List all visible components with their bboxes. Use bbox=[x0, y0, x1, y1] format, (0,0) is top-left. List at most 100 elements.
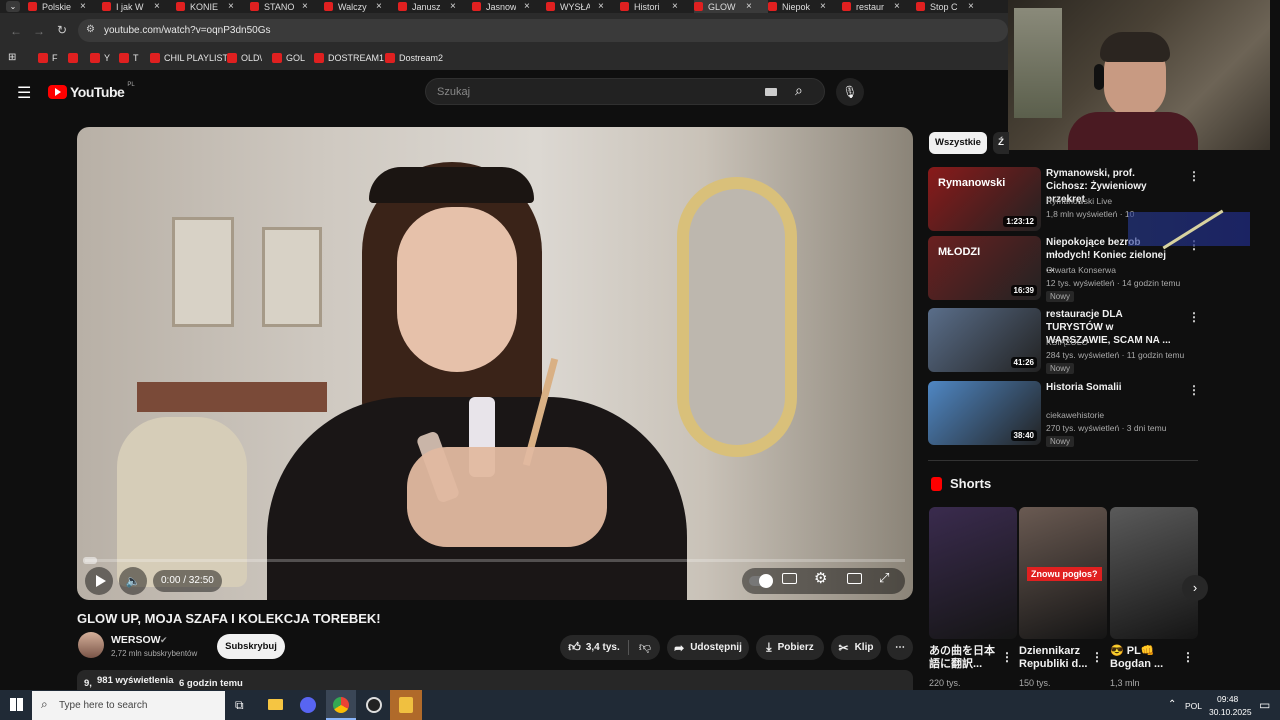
tab-close-icon[interactable]: × bbox=[302, 1, 308, 12]
tab-close-icon[interactable]: × bbox=[968, 1, 974, 12]
bookmark-item[interactable]: T bbox=[119, 53, 139, 63]
browser-tab[interactable]: GLOW × bbox=[694, 0, 768, 13]
tab-menu-icon[interactable]: ⌄ bbox=[6, 1, 20, 12]
discord-icon[interactable] bbox=[300, 697, 316, 713]
bookmark-item[interactable]: CHIL PLAYLIST bbox=[150, 53, 228, 63]
browser-tab[interactable]: Jasnow × bbox=[472, 0, 546, 13]
bookmark-item[interactable]: Y bbox=[90, 53, 110, 63]
browser-tab[interactable]: restaur × bbox=[842, 0, 916, 13]
browser-tab[interactable]: Janusz × bbox=[398, 0, 472, 13]
settings-icon[interactable]: ⚙ bbox=[814, 569, 827, 587]
recommendation-thumbnail[interactable]: Rymanowski 1:23:12 bbox=[928, 167, 1041, 231]
browser-tab[interactable]: KONIE × bbox=[176, 0, 250, 13]
short-title[interactable]: あの曲を日本語に翻訳... bbox=[929, 645, 999, 671]
browser-tab[interactable]: Niepok × bbox=[768, 0, 842, 13]
short-thumbnail[interactable] bbox=[1110, 507, 1198, 639]
tab-close-icon[interactable]: × bbox=[376, 1, 382, 12]
recommendation-channel[interactable]: ciekawehistorie bbox=[1046, 410, 1104, 420]
tab-close-icon[interactable]: × bbox=[154, 1, 160, 12]
tab-close-icon[interactable]: × bbox=[598, 1, 604, 12]
recommendation-card[interactable]: 41:26 restauracje DLA TURYSTÓW w WARSZAWI… bbox=[928, 308, 1200, 374]
short-more-icon[interactable]: ⋮ bbox=[1091, 650, 1103, 664]
tab-close-icon[interactable]: × bbox=[80, 1, 86, 12]
browser-tab[interactable]: Walczy × bbox=[324, 0, 398, 13]
notification-icon[interactable]: ▭ bbox=[1259, 698, 1270, 712]
channel-avatar[interactable] bbox=[78, 632, 104, 658]
search-icon[interactable]: ⌕ bbox=[795, 82, 803, 99]
recommendation-thumbnail[interactable]: 38:40 bbox=[928, 381, 1041, 445]
keyboard-icon[interactable] bbox=[765, 88, 777, 96]
bookmark-item[interactable]: DOSTREAM1 bbox=[314, 53, 384, 63]
autoplay-toggle[interactable] bbox=[749, 574, 773, 588]
recommendation-channel[interactable]: KSIĄŻULO bbox=[1046, 337, 1088, 347]
description-box[interactable]: 9, 981 wyświetlenia 6 godzin temu bbox=[77, 670, 913, 692]
clip-button[interactable]: ✂ Klip bbox=[831, 635, 881, 660]
bookmark-item[interactable]: OLD\ bbox=[227, 53, 262, 63]
dislike-button[interactable]: 👎︎ bbox=[630, 635, 660, 660]
short-more-icon[interactable]: ⋮ bbox=[1182, 650, 1194, 664]
browser-tab[interactable]: Stop C × bbox=[916, 0, 990, 13]
forward-icon[interactable]: → bbox=[33, 24, 45, 38]
windows-start-icon[interactable] bbox=[10, 698, 23, 711]
youtube-logo[interactable]: YouTube PL bbox=[48, 82, 135, 100]
recommendation-card[interactable]: 38:40 Historia Somalii ciekawehistorie 270 … bbox=[928, 381, 1200, 447]
subscribe-button[interactable]: Subskrybuj bbox=[217, 634, 285, 659]
chrome-taskbar-button[interactable] bbox=[326, 690, 356, 720]
fullscreen-icon[interactable]: ⤢ bbox=[879, 570, 889, 586]
subtitles-icon[interactable] bbox=[782, 573, 797, 584]
shorts-next-button[interactable]: › bbox=[1182, 575, 1208, 601]
back-icon[interactable]: ← bbox=[10, 24, 22, 38]
pinned-app-button[interactable] bbox=[390, 690, 422, 720]
chip-next[interactable]: Ź bbox=[993, 132, 1009, 154]
channel-name[interactable]: WERSOW bbox=[111, 634, 161, 646]
bookmark-item[interactable]: Dostream2 bbox=[385, 53, 443, 63]
short-thumbnail[interactable]: Znowu pogłos? bbox=[1019, 507, 1107, 639]
progress-bar[interactable] bbox=[85, 559, 905, 562]
tab-close-icon[interactable]: × bbox=[524, 1, 530, 12]
download-button[interactable]: ⤓ Pobierz bbox=[756, 635, 824, 660]
share-button[interactable]: ➦ Udostępnij bbox=[667, 635, 749, 660]
taskbar-search-input[interactable]: Type here to search bbox=[59, 700, 147, 711]
search-input[interactable]: Szukaj bbox=[437, 86, 470, 98]
recommendation-title[interactable]: Historia Somalii bbox=[1046, 381, 1176, 394]
tab-close-icon[interactable]: × bbox=[894, 1, 900, 12]
progress-scrubber[interactable] bbox=[83, 557, 97, 564]
more-options-icon[interactable]: ⋮ bbox=[1188, 310, 1200, 324]
play-button[interactable] bbox=[85, 567, 113, 595]
like-button[interactable]: 👍︎ 3,4 tys. bbox=[560, 635, 628, 660]
keyboard-language[interactable]: POL bbox=[1185, 701, 1202, 711]
file-explorer-icon[interactable] bbox=[268, 699, 283, 710]
task-view-icon[interactable]: ⧉ bbox=[235, 698, 244, 713]
volume-button[interactable]: 🔈 bbox=[119, 567, 147, 595]
obs-icon[interactable] bbox=[366, 697, 382, 713]
address-bar[interactable]: ⚙ youtube.com/watch?v=oqnP3dn50Gs bbox=[78, 19, 1008, 42]
clock-date[interactable]: 30.10.2025 bbox=[1209, 707, 1252, 717]
bookmark-item[interactable]: GOL bbox=[272, 53, 305, 63]
tab-close-icon[interactable]: × bbox=[820, 1, 826, 12]
apps-icon[interactable]: ⊞ bbox=[8, 52, 16, 63]
site-info-icon[interactable]: ⚙ bbox=[86, 24, 95, 35]
reload-icon[interactable]: ↻ bbox=[57, 23, 67, 37]
tray-chevron-icon[interactable]: ⌃ bbox=[1168, 699, 1176, 710]
browser-tab[interactable]: WYSŁA × bbox=[546, 0, 620, 13]
more-options-icon[interactable]: ⋮ bbox=[1188, 169, 1200, 183]
url-text[interactable]: youtube.com/watch?v=oqnP3dn50Gs bbox=[104, 25, 271, 36]
recommendation-channel[interactable]: Rymanowski Live bbox=[1046, 196, 1112, 206]
browser-tab[interactable]: STANO × bbox=[250, 0, 324, 13]
voice-search-button[interactable]: 🎙 bbox=[836, 78, 864, 106]
bookmark-item[interactable] bbox=[68, 53, 82, 63]
short-thumbnail[interactable] bbox=[929, 507, 1017, 639]
tab-close-icon[interactable]: × bbox=[450, 1, 456, 12]
tab-close-icon[interactable]: × bbox=[746, 1, 752, 12]
recommendation-channel[interactable]: Otwarta Konserwa bbox=[1046, 265, 1116, 275]
more-options-icon[interactable]: ⋮ bbox=[1188, 383, 1200, 397]
video-player[interactable]: 🔈 0:00 / 32:50 ⚙ ⤢ bbox=[77, 127, 913, 600]
short-more-icon[interactable]: ⋮ bbox=[1001, 650, 1013, 664]
short-title[interactable]: 😎 PL👊 Bogdan ... bbox=[1110, 645, 1180, 671]
chip-all[interactable]: Wszystkie bbox=[929, 132, 987, 154]
recommendation-thumbnail[interactable]: MŁODZI 16:39 bbox=[928, 236, 1041, 300]
miniplayer-icon[interactable] bbox=[847, 573, 862, 584]
bookmark-item[interactable]: F bbox=[38, 53, 58, 63]
tab-close-icon[interactable]: × bbox=[672, 1, 678, 12]
browser-tab[interactable]: Histori × bbox=[620, 0, 694, 13]
